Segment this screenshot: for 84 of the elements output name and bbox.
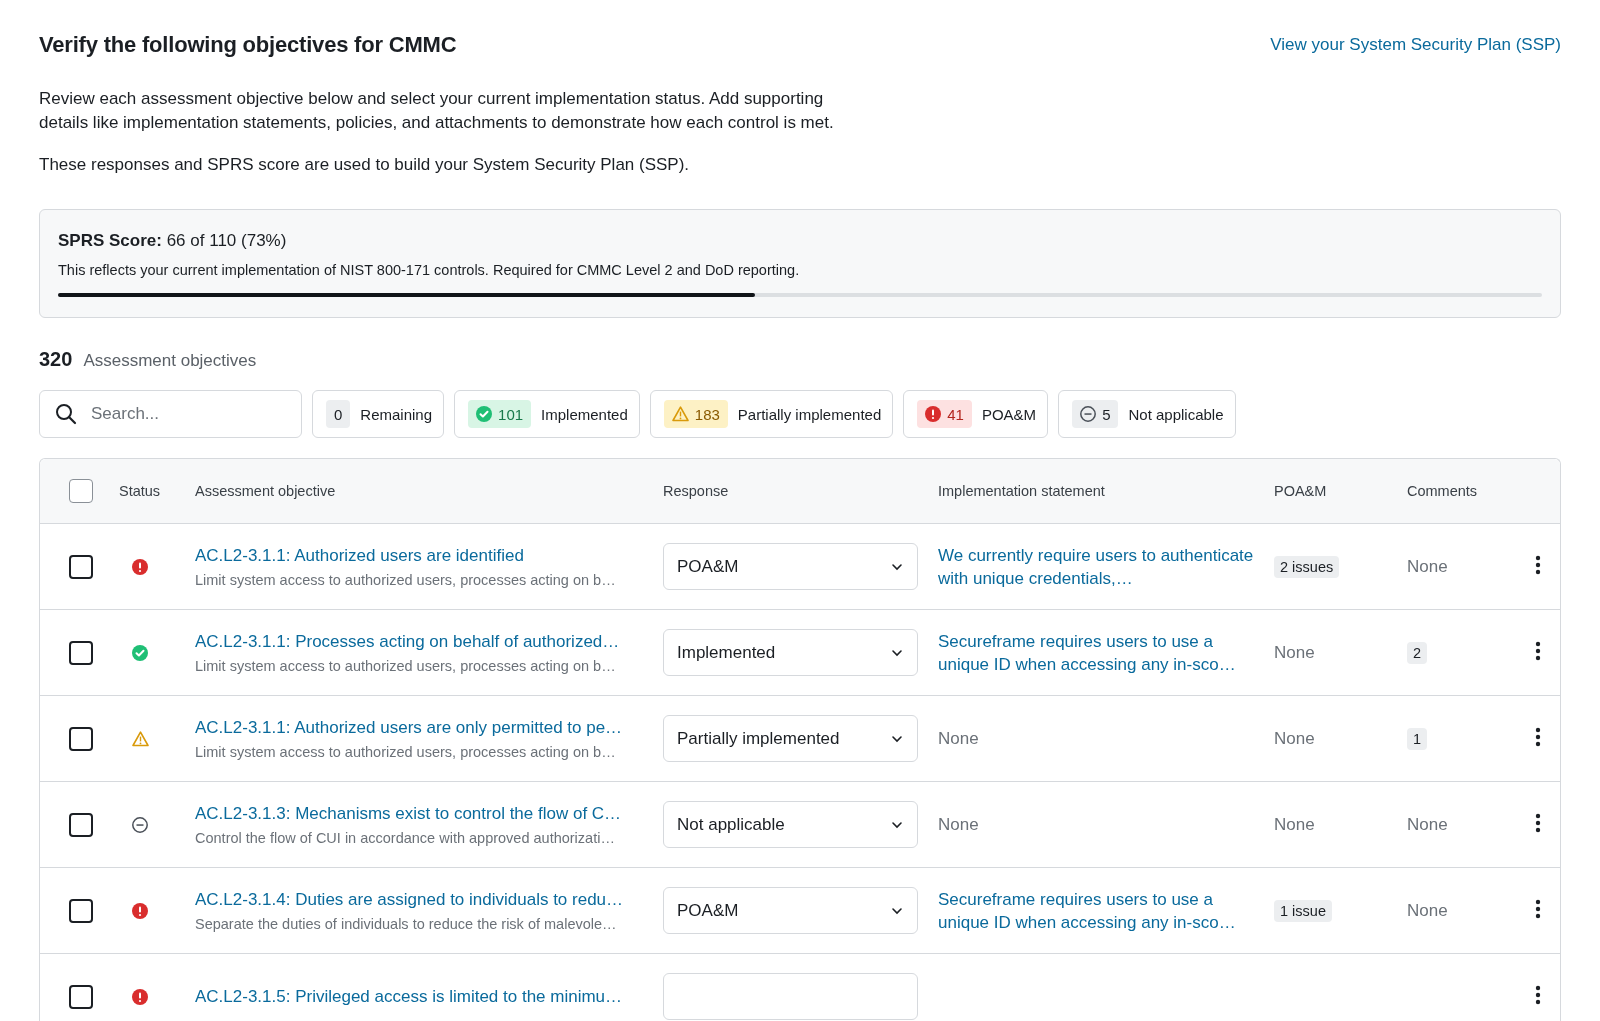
filter-count: 41: [917, 400, 972, 428]
empty-value: None: [1407, 556, 1448, 577]
objective-link[interactable]: AC.L2-3.1.4: Duties are assigned to individuals to redu…: [195, 889, 653, 910]
search-field[interactable]: Search...: [39, 390, 302, 438]
page-title: Verify the following objectives for CMMC: [39, 32, 457, 58]
statement-link[interactable]: Secureframe requires users to use a unique ID when accessing any in-sco…: [938, 629, 1274, 676]
warning-triangle-icon: [132, 730, 149, 747]
warning-triangle-icon: [671, 406, 689, 422]
response-dropdown[interactable]: POA&M: [663, 543, 918, 590]
objective-description: Separate the duties of individuals to reduce the risk of malevole…: [195, 915, 618, 932]
more-options-icon[interactable]: [1535, 640, 1541, 661]
empty-value: None: [1407, 814, 1448, 835]
count-badge: 1: [1407, 727, 1428, 750]
column-header: Implementation statement: [938, 483, 1105, 499]
check-circle-icon: [476, 406, 493, 422]
row-checkbox[interactable]: [69, 726, 93, 751]
filter-count: 5: [1072, 400, 1119, 428]
column-header: Assessment objective: [195, 483, 336, 499]
response-dropdown[interactable]: POA&M: [663, 887, 918, 934]
more-options-icon[interactable]: [1535, 898, 1541, 919]
filter-count: 0: [326, 400, 351, 428]
empty-value: None: [1274, 642, 1315, 663]
column-header: Response: [663, 483, 729, 499]
response-dropdown[interactable]: Partially implemented: [663, 715, 918, 762]
minus-circle-icon: [1080, 406, 1097, 422]
more-options-icon[interactable]: [1535, 984, 1541, 1005]
objective-count-label: Assessment objectives: [83, 351, 257, 371]
filter-count: 101: [468, 400, 532, 428]
column-header: Comments: [1407, 483, 1478, 499]
exclamation-circle-icon: [132, 988, 148, 1005]
sprs-score: SPRS Score: 66 of 110 (73%): [58, 231, 288, 251]
objective-description: Limit system access to authorized users, processes acting on b…: [195, 571, 617, 588]
filter-chip[interactable]: 5 Not applicable: [1058, 390, 1236, 438]
more-options-icon[interactable]: [1535, 812, 1541, 833]
empty-value: None: [938, 814, 979, 835]
chevron-down-icon: [891, 562, 903, 571]
intro-paragraph: These responses and SPRS score are used to build your System Security Plan (SSP).: [39, 154, 691, 176]
objective-description: Control the flow of CUI in accordance with approved authorizati…: [195, 829, 616, 846]
exclamation-circle-icon: [925, 406, 942, 422]
row-checkbox[interactable]: [69, 898, 93, 923]
filter-chip[interactable]: 183 Partially implemented: [649, 390, 894, 438]
intro-paragraph: Review each assessment objective below and select your current implementation status. Add supporting details like implementation statements, policies, and attachments to demonstrate how each control is met.: [39, 88, 835, 134]
filter-chip[interactable]: 0 Remaining: [312, 390, 445, 438]
count-badge: 2: [1407, 641, 1428, 664]
filter-count: 183: [663, 400, 728, 428]
chevron-down-icon: [891, 648, 903, 657]
chevron-down-icon: [891, 906, 903, 915]
minus-circle-icon: [132, 816, 148, 833]
statement-link[interactable]: Secureframe requires users to use a unique ID when accessing any in-sco…: [938, 887, 1274, 934]
objective-link[interactable]: AC.L2-3.1.5: Privileged access is limited to the minimu…: [195, 986, 653, 1007]
empty-value: None: [1274, 728, 1315, 749]
row-checkbox[interactable]: [69, 812, 93, 837]
objective-description: Limit system access to authorized users, processes acting on b…: [195, 743, 617, 760]
count-badge: 2 issues: [1274, 555, 1340, 578]
exclamation-circle-icon: [132, 902, 148, 919]
score-description: This reflects your current implementation of NIST 800-171 controls. Required for CMMC Level 2 and DoD reporting.: [58, 262, 801, 278]
column-header: Status: [119, 483, 161, 499]
check-circle-icon: [132, 644, 148, 661]
objective-link[interactable]: AC.L2-3.1.1: Processes acting on behalf of authorized…: [195, 631, 653, 652]
objective-description: Limit system access to authorized users, processes acting on b…: [195, 657, 617, 674]
more-options-icon[interactable]: [1535, 726, 1541, 747]
objective-link[interactable]: AC.L2-3.1.1: Authorized users are only permitted to pe…: [195, 717, 653, 738]
column-header: POA&M: [1274, 483, 1327, 499]
statement-link[interactable]: We currently require users to authenticate with unique credentials,…: [938, 543, 1274, 590]
row-checkbox[interactable]: [69, 554, 93, 579]
ssp-link[interactable]: View your System Security Plan (SSP): [1270, 35, 1561, 55]
chevron-down-icon: [891, 734, 903, 743]
row-checkbox[interactable]: [69, 984, 93, 1009]
count-badge: 1 issue: [1274, 899, 1332, 922]
row-checkbox[interactable]: [69, 640, 93, 665]
objective-count: 320: [39, 348, 73, 371]
empty-value: None: [938, 728, 979, 749]
exclamation-circle-icon: [132, 558, 148, 575]
more-options-icon[interactable]: [1535, 554, 1541, 575]
select-all-checkbox[interactable]: [69, 479, 93, 503]
objective-link[interactable]: AC.L2-3.1.3: Mechanisms exist to control the flow of C…: [195, 803, 653, 824]
empty-value: None: [1274, 814, 1315, 835]
filter-chip[interactable]: 41 POA&M: [903, 390, 1049, 438]
response-dropdown[interactable]: Implemented: [663, 629, 918, 676]
filter-chip[interactable]: 101 Implemented: [454, 390, 640, 438]
chevron-down-icon: [891, 820, 903, 829]
empty-value: None: [1407, 900, 1448, 921]
response-dropdown[interactable]: Not applicable: [663, 801, 918, 848]
objective-link[interactable]: AC.L2-3.1.1: Authorized users are identified: [195, 545, 653, 566]
